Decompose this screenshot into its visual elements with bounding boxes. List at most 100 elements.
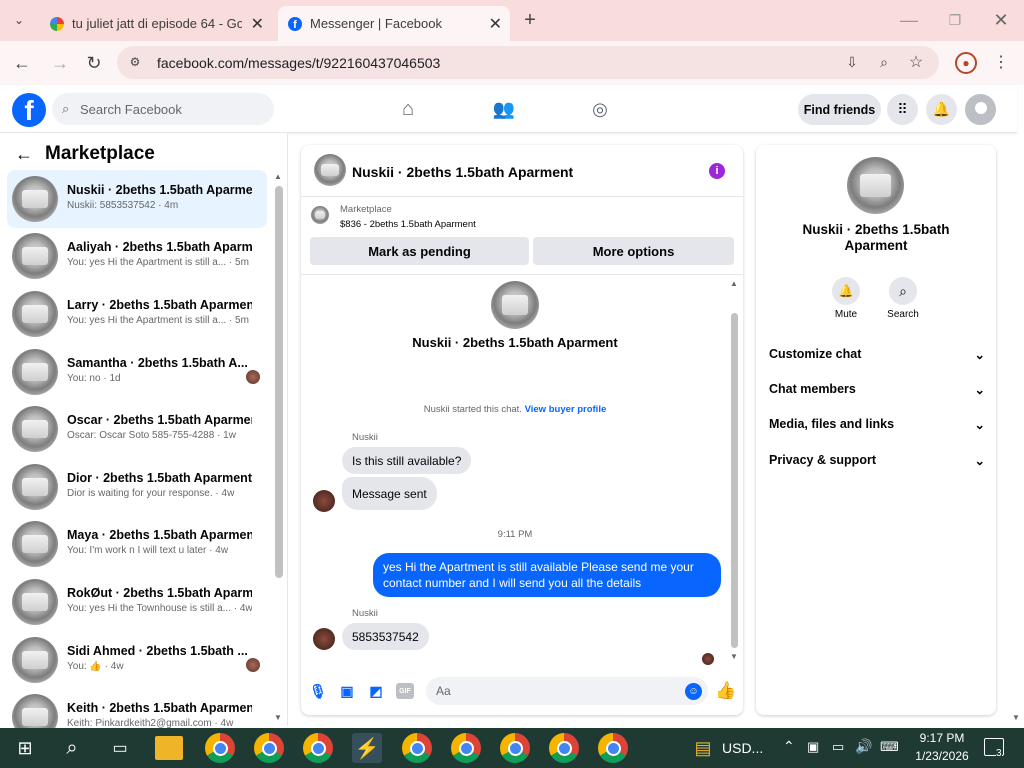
profile-icon[interactable]: ●: [955, 52, 977, 74]
chrome-icon[interactable]: [303, 733, 333, 763]
bookmark-star-icon[interactable]: ☆: [906, 52, 926, 72]
emoji-icon[interactable]: ☺: [685, 683, 702, 700]
currency-icon[interactable]: ▤: [688, 733, 718, 763]
profile-avatar[interactable]: [491, 281, 539, 329]
site-info-icon[interactable]: ⚙: [126, 53, 144, 71]
chrome-icon[interactable]: [598, 733, 628, 763]
back-arrow-icon[interactable]: ←: [15, 144, 33, 165]
chat-list-item[interactable]: Sidi Ahmed · 2beths 1.5bath ... You: 👍 · …: [7, 631, 267, 689]
chat-members-section[interactable]: Chat members ⌄: [769, 382, 985, 397]
microphone-icon[interactable]: 🎙: [309, 682, 327, 700]
clock-time[interactable]: 9:17 PM: [914, 731, 970, 745]
chrome-icon[interactable]: [500, 733, 530, 763]
home-icon[interactable]: ⌂: [396, 97, 420, 121]
gif-icon[interactable]: GIF: [396, 683, 414, 699]
mute-label[interactable]: Mute: [826, 309, 866, 320]
scroll-down-icon[interactable]: ▼: [730, 652, 738, 661]
chrome-icon[interactable]: [549, 733, 579, 763]
chrome-icon[interactable]: [205, 733, 235, 763]
incoming-message[interactable]: Is this still available?: [342, 447, 472, 474]
conversation-title[interactable]: Nuskii · 2beths 1.5bath Aparment: [352, 164, 573, 180]
chat-list-item[interactable]: Larry · 2beths 1.5bath Aparment You: yes …: [7, 285, 267, 343]
close-tab-icon[interactable]: ✕: [251, 14, 264, 34]
sender-avatar[interactable]: [313, 490, 335, 512]
close-window-icon[interactable]: ✕: [990, 9, 1012, 31]
like-thumb-icon[interactable]: 👍: [715, 681, 737, 701]
menu-grid-icon[interactable]: ⠿: [887, 94, 918, 125]
groups-icon[interactable]: ◎: [588, 97, 612, 121]
clock-date[interactable]: 1/23/2026: [914, 749, 970, 763]
new-tab-button[interactable]: +: [518, 8, 542, 32]
find-friends-button[interactable]: Find friends: [798, 94, 881, 125]
back-icon[interactable]: ←: [10, 51, 34, 75]
search-icon[interactable]: ⌕: [889, 277, 917, 305]
chat-list-item[interactable]: Nuskii · 2beths 1.5bath Aparment Nuskii: …: [7, 170, 267, 228]
tray-chevron-icon[interactable]: ⌃: [783, 738, 795, 755]
facebook-search-input[interactable]: Search Facebook: [52, 93, 274, 125]
task-view-icon[interactable]: ▭: [105, 733, 135, 763]
file-explorer-icon[interactable]: [155, 736, 183, 760]
chat-list-item[interactable]: Oscar · 2beths 1.5bath Aparment Oscar: Os…: [7, 400, 267, 458]
chat-start-note: Nuskii started this chat. View buyer pro…: [301, 404, 729, 415]
scroll-down-icon[interactable]: ▼: [274, 713, 282, 722]
chrome-icon[interactable]: [254, 733, 284, 763]
close-tab-icon[interactable]: ✕: [489, 14, 502, 34]
forward-icon[interactable]: →: [48, 51, 72, 75]
list-scrollbar[interactable]: [275, 186, 283, 578]
media-files-links-section[interactable]: Media, files and links ⌄: [769, 417, 985, 432]
minimize-icon[interactable]: —: [898, 9, 920, 31]
chat-list-item[interactable]: Samantha · 2beths 1.5bath A... You: no · …: [7, 343, 267, 401]
friends-icon[interactable]: 👥: [492, 97, 516, 121]
currency-widget[interactable]: USD...: [722, 740, 763, 756]
mute-bell-icon[interactable]: 🔔: [832, 277, 860, 305]
tab-google[interactable]: tu juliet jatt di episode 64 - Goo ✕: [40, 6, 272, 41]
account-avatar-icon[interactable]: [965, 94, 996, 125]
url-text[interactable]: facebook.com/messages/t/922160437046503: [157, 55, 440, 71]
section-label: Media, files and links: [769, 417, 895, 431]
incoming-message[interactable]: Message sent: [342, 477, 437, 510]
keyboard-icon[interactable]: ⌨: [880, 739, 899, 755]
conversation-avatar[interactable]: [314, 154, 346, 186]
chat-list-item[interactable]: RokØut · 2beths 1.5bath Aparm... You: yes…: [7, 573, 267, 631]
message-input[interactable]: [426, 677, 708, 705]
tab-messenger[interactable]: f Messenger | Facebook ✕: [278, 6, 510, 41]
scroll-up-icon[interactable]: ▲: [274, 172, 282, 181]
tab-search-chevron-icon[interactable]: ⌄: [8, 9, 30, 31]
menu-kebab-icon[interactable]: ⋮: [992, 52, 1010, 72]
listing-detail[interactable]: $836 - 2beths 1.5bath Aparment: [340, 219, 476, 230]
info-icon[interactable]: i: [709, 163, 725, 179]
chat-list-item[interactable]: Dior · 2beths 1.5bath Aparment Dior is wa…: [7, 458, 267, 516]
mark-as-pending-button[interactable]: Mark as pending: [310, 237, 529, 265]
scroll-up-icon[interactable]: ▲: [730, 279, 738, 288]
notifications-bell-icon[interactable]: 🔔: [926, 94, 957, 125]
taskbar-search-icon[interactable]: ⌕: [57, 733, 87, 763]
chat-list-item[interactable]: Aaliyah · 2beths 1.5bath Aparm... You: ye…: [7, 227, 267, 285]
reload-icon[interactable]: ↻: [82, 51, 106, 75]
more-options-button[interactable]: More options: [533, 237, 734, 265]
scroll-down-icon[interactable]: ▼: [1012, 713, 1020, 722]
photo-icon[interactable]: ▣: [338, 682, 356, 700]
volume-icon[interactable]: 🔊: [855, 738, 872, 755]
outgoing-message[interactable]: yes Hi the Apartment is still available …: [373, 553, 721, 597]
chat-scrollbar[interactable]: [731, 313, 738, 648]
details-avatar[interactable]: [847, 157, 904, 214]
view-buyer-profile-link[interactable]: View buyer profile: [525, 404, 607, 415]
listing-thumbnail[interactable]: [311, 206, 329, 224]
windows-start-icon[interactable]: ⊞: [10, 733, 40, 763]
zoom-icon[interactable]: ⌕: [874, 52, 894, 72]
search-label[interactable]: Search: [883, 309, 923, 320]
app-icon[interactable]: ⚡: [352, 733, 382, 763]
customize-chat-section[interactable]: Customize chat ⌄: [769, 347, 985, 362]
install-app-icon[interactable]: ⇩: [842, 52, 862, 72]
incoming-message[interactable]: 5853537542: [342, 623, 429, 650]
chat-list-item[interactable]: Maya · 2beths 1.5bath Aparment You: I'm w…: [7, 515, 267, 573]
chrome-icon[interactable]: [451, 733, 481, 763]
restore-icon[interactable]: ❐: [944, 9, 966, 31]
sticker-icon[interactable]: ◩: [367, 682, 385, 700]
privacy-support-section[interactable]: Privacy & support ⌄: [769, 453, 985, 468]
sender-avatar[interactable]: [313, 628, 335, 650]
facebook-logo-icon[interactable]: f: [12, 93, 46, 127]
camera-icon[interactable]: ▣: [807, 739, 819, 755]
network-icon[interactable]: ▭: [832, 739, 844, 755]
chrome-icon[interactable]: [402, 733, 432, 763]
